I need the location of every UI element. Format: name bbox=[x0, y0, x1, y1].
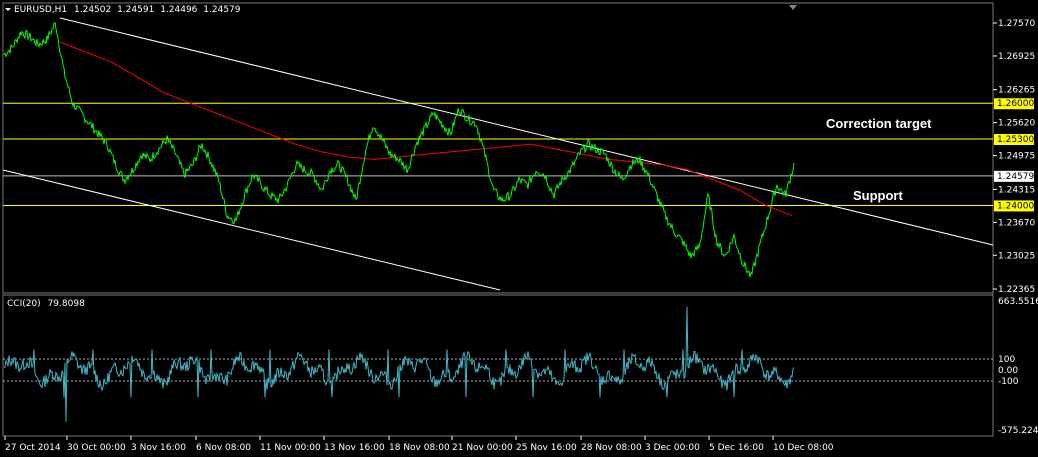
annotation-correction-target[interactable]: Correction target bbox=[826, 116, 932, 131]
upper-trendline[interactable] bbox=[59, 17, 994, 246]
level-label-text: 1.24000 bbox=[997, 201, 1034, 211]
time-tick-label: 3 Nov 16:00 bbox=[131, 443, 186, 453]
level-label-text: 1.24579 bbox=[997, 172, 1034, 182]
price-tick-label: 1.26265 bbox=[998, 86, 1035, 96]
cci-tick-100: 100 bbox=[998, 355, 1015, 365]
cci-tick-0: 0.00 bbox=[998, 366, 1018, 376]
time-tick-label: 25 Nov 16:00 bbox=[516, 443, 577, 453]
time-tick-label: 27 Oct 2014 bbox=[5, 443, 61, 453]
annotation-support[interactable]: Support bbox=[853, 188, 903, 203]
time-tick-label: 13 Nov 16:00 bbox=[324, 443, 385, 453]
time-tick-label: 3 Dec 00:00 bbox=[645, 443, 700, 453]
main-chart-frame bbox=[2, 2, 994, 294]
level-label-text: 1.26000 bbox=[997, 99, 1034, 109]
price-tick-label: 1.27570 bbox=[998, 19, 1035, 29]
price-tick-label: 1.24975 bbox=[998, 152, 1035, 162]
cci-tick-min: -575.2247 bbox=[998, 426, 1038, 436]
time-tick-label: 30 Oct 00:00 bbox=[67, 443, 126, 453]
price-tick-label: 1.25620 bbox=[998, 119, 1035, 129]
price-axis-ticks: 1.27570 1.26925 1.26265 1.25620 1.24975 1.243… bbox=[993, 19, 1035, 295]
price-tick-label: 1.22365 bbox=[998, 285, 1035, 295]
cci-title: CCI(20) 79.8098 bbox=[7, 299, 85, 309]
cci-tick-minus-100: -100 bbox=[998, 377, 1019, 387]
time-tick-label: 10 Dec 08:00 bbox=[773, 443, 834, 453]
time-tick-label: 5 Dec 16:00 bbox=[709, 443, 764, 453]
shift-marker-icon[interactable] bbox=[789, 5, 797, 10]
lower-trendline[interactable] bbox=[2, 169, 501, 291]
time-tick-label: 11 Nov 00:00 bbox=[260, 443, 321, 453]
time-tick-label: 18 Nov 08:00 bbox=[389, 443, 450, 453]
price-tick-label: 1.26925 bbox=[998, 52, 1035, 62]
chart-menu-icon[interactable] bbox=[5, 8, 11, 11]
moving-average-line bbox=[59, 41, 793, 217]
time-tick-label: 28 Nov 08:00 bbox=[581, 443, 642, 453]
time-axis: 27 Oct 2014 30 Oct 00:00 3 Nov 16:00 6 Nov … bbox=[4, 436, 834, 453]
chart-title: EURUSD,H1 1.24502 1.24591 1.24496 1.2457… bbox=[14, 5, 241, 15]
trend-channel[interactable] bbox=[2, 17, 994, 291]
trading-chart[interactable]: EURUSD,H1 1.24502 1.24591 1.24496 1.2457… bbox=[0, 0, 1038, 457]
price-tick-label: 1.23670 bbox=[998, 218, 1035, 228]
cci-line bbox=[3, 306, 795, 422]
time-tick-label: 6 Nov 08:00 bbox=[196, 443, 251, 453]
time-tick-label: 21 Nov 00:00 bbox=[452, 443, 513, 453]
cci-axis-ticks: 663.5516 100 0.00 -100 -575.2247 bbox=[998, 297, 1038, 436]
price-tick-label: 1.23025 bbox=[998, 251, 1035, 261]
price-tick-label: 1.24315 bbox=[998, 185, 1035, 195]
level-label-text: 1.25300 bbox=[997, 135, 1034, 145]
cci-tick-max: 663.5516 bbox=[998, 297, 1038, 307]
price-line bbox=[3, 21, 795, 278]
